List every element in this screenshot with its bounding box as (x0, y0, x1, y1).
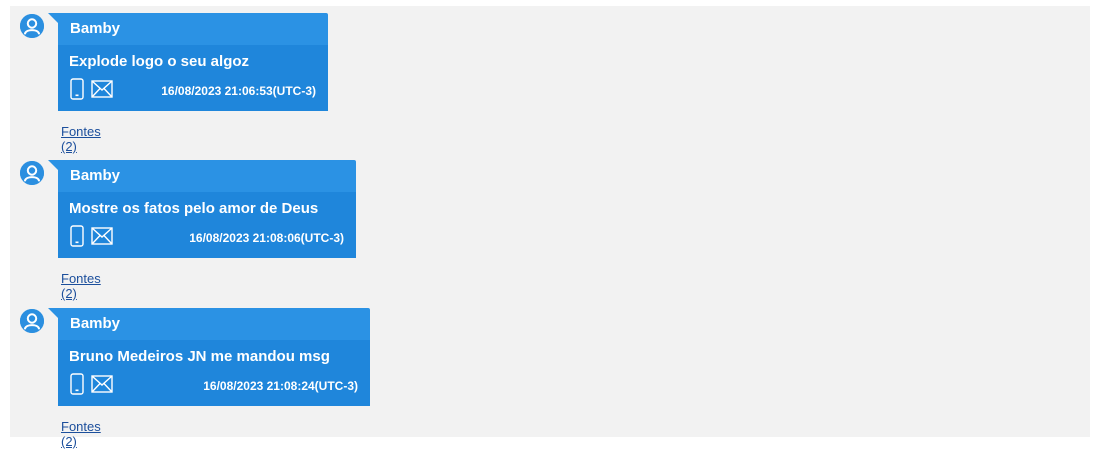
message-body: Mostre os fatos pelo amor de Deus 16/08/… (58, 192, 356, 258)
sources-link[interactable]: Fontes (2) (61, 419, 101, 449)
message-text: Mostre os fatos pelo amor de Deus (69, 200, 319, 217)
message-timestamp: 16/08/2023 21:08:06(UTC-3) (189, 231, 344, 245)
message-bubble[interactable]: Bamby Bruno Medeiros JN me mandou msg 16… (48, 308, 370, 406)
message-sender: Bamby (70, 315, 121, 332)
chat-panel: Bamby Explode logo o seu algoz 16/08/202… (10, 6, 1090, 449)
message-text: Explode logo o seu algoz (69, 53, 250, 70)
phone-icon (69, 224, 85, 252)
message-meta: 16/08/2023 21:08:06(UTC-3) (69, 224, 344, 252)
envelope-icon (91, 226, 113, 250)
message-bubble[interactable]: Bamby Explode logo o seu algoz 16/08/202… (48, 13, 328, 111)
message-sender: Bamby (70, 20, 121, 37)
user-avatar-icon (20, 161, 44, 185)
user-avatar-icon (20, 14, 44, 38)
message-timestamp: 16/08/2023 21:08:24(UTC-3) (203, 379, 358, 393)
message-meta: 16/08/2023 21:08:24(UTC-3) (69, 372, 358, 400)
phone-icon (69, 77, 85, 105)
user-avatar-icon (20, 309, 44, 333)
message-meta: 16/08/2023 21:06:53(UTC-3) (69, 77, 316, 105)
message-timestamp: 16/08/2023 21:06:53(UTC-3) (161, 84, 316, 98)
envelope-icon (91, 79, 113, 103)
sources-link[interactable]: Fontes (2) (61, 271, 101, 301)
sources-link[interactable]: Fontes (2) (61, 124, 101, 154)
message-text: Bruno Medeiros JN me mandou msg (69, 348, 330, 365)
message-body: Bruno Medeiros JN me mandou msg 16/08/20… (58, 340, 370, 406)
message-body: Explode logo o seu algoz 16/08/2023 21:0… (58, 45, 328, 111)
phone-icon (69, 372, 85, 400)
message-bubble[interactable]: Bamby Mostre os fatos pelo amor de Deus (48, 160, 356, 258)
envelope-icon (91, 374, 113, 398)
message-sender: Bamby (70, 167, 121, 184)
